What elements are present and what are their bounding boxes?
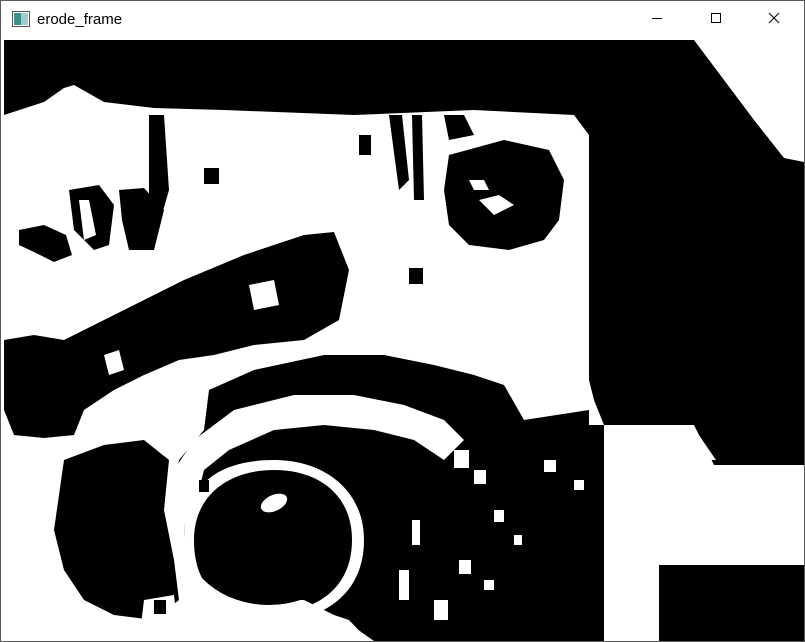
app-image-icon <box>12 11 30 27</box>
window-title: erode_frame <box>37 11 123 28</box>
eroded-binary-image <box>4 40 804 641</box>
maximize-icon <box>710 11 722 29</box>
minimize-button[interactable] <box>634 1 680 39</box>
close-icon <box>768 11 780 29</box>
minimize-icon <box>651 11 663 29</box>
maximize-button[interactable] <box>693 1 739 39</box>
close-button[interactable] <box>751 1 797 39</box>
title-bar[interactable]: erode_frame <box>1 1 804 39</box>
image-canvas <box>4 40 804 641</box>
app-window: erode_frame <box>0 0 805 642</box>
